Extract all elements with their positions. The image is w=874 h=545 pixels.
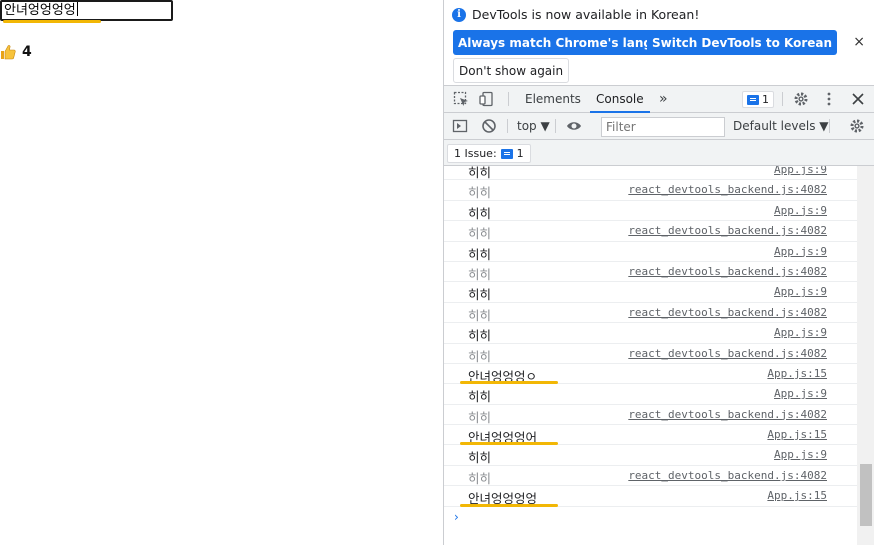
console-message: 히히: [468, 166, 492, 180]
tab-divider: [508, 92, 509, 106]
context-selector[interactable]: top ▼: [517, 119, 550, 133]
more-options-icon[interactable]: [821, 91, 837, 107]
source-link[interactable]: react_devtools_backend.js:4082: [628, 183, 827, 196]
console-row: 히히 react_devtools_backend.js:4082: [444, 344, 857, 364]
dont-show-again-button[interactable]: Don't show again: [453, 58, 570, 83]
console-log: 히히 App.js:9 히히 react_devtools_backend.js:40…: [444, 166, 857, 545]
clear-console-icon[interactable]: [481, 118, 497, 134]
console-message: 히히: [468, 246, 492, 262]
source-link[interactable]: App.js:9: [774, 448, 827, 461]
like-button[interactable]: 4: [0, 44, 32, 60]
log-levels-dropdown[interactable]: Default levels ▼: [733, 119, 829, 133]
eye-icon[interactable]: [566, 118, 582, 134]
text-input[interactable]: 안녀엉엉엉엉: [0, 0, 173, 21]
source-link[interactable]: react_devtools_backend.js:4082: [628, 306, 827, 319]
source-link[interactable]: App.js:9: [774, 285, 827, 298]
inspect-element-icon[interactable]: [453, 91, 469, 107]
issues-counter-count: 1: [762, 93, 769, 106]
console-message: 히히: [468, 185, 492, 201]
language-infobar: i DevTools is now available in Korean! A…: [444, 0, 874, 86]
console-prompt-icon[interactable]: ›: [454, 510, 459, 524]
page-content: 안녀엉엉엉엉 4: [0, 0, 443, 545]
console-row: 안녀엉엉엉ㅇ App.js:15: [444, 364, 857, 385]
console-row: 안녀엉엉엉어 App.js:15: [444, 425, 857, 446]
issues-label: 1 Issue:: [454, 147, 497, 160]
switch-devtools-korean-button[interactable]: Switch DevTools to Korean: [647, 30, 838, 55]
gear-icon[interactable]: [793, 91, 809, 107]
message-icon: [500, 148, 513, 159]
source-link[interactable]: App.js:15: [767, 428, 827, 441]
console-row: 히히 App.js:9: [444, 445, 857, 466]
source-link[interactable]: react_devtools_backend.js:4082: [628, 469, 827, 482]
console-message: 히히: [468, 205, 492, 221]
input-value: 안녀엉엉엉엉: [4, 3, 76, 18]
message-icon: [747, 94, 759, 105]
toolbar-divider: [555, 119, 556, 133]
console-row: 히히 react_devtools_backend.js:4082: [444, 180, 857, 201]
console-row: 히히 App.js:9: [444, 282, 857, 303]
issues-counter-button[interactable]: 1: [742, 91, 774, 108]
console-message: 히히: [468, 348, 492, 364]
console-message: 히히: [468, 450, 492, 466]
tab-elements[interactable]: Elements: [525, 86, 581, 113]
source-link[interactable]: react_devtools_backend.js:4082: [628, 408, 827, 421]
toolbar-divider: [507, 119, 508, 133]
source-link[interactable]: react_devtools_backend.js:4082: [628, 224, 827, 237]
source-link[interactable]: App.js:9: [774, 326, 827, 339]
highlight-underline: [460, 503, 558, 507]
info-icon: i: [452, 7, 466, 22]
close-icon[interactable]: ×: [853, 34, 865, 50]
console-message: 히히: [468, 307, 492, 323]
issues-bar: 1 Issue: 1: [444, 140, 874, 166]
source-link[interactable]: App.js:9: [774, 166, 827, 176]
console-row: 히히 App.js:9: [444, 166, 857, 181]
console-row: 히히 react_devtools_backend.js:4082: [444, 262, 857, 283]
console-row: 히히 App.js:9: [444, 323, 857, 344]
console-row: 히히 react_devtools_backend.js:4082: [444, 405, 857, 426]
console-message: 히히: [468, 328, 492, 344]
infobar-text: DevTools is now available in Korean!: [472, 7, 700, 22]
console-message: 히히: [468, 266, 492, 282]
console-message: 히히: [468, 226, 492, 242]
filter-input[interactable]: [601, 117, 725, 137]
source-link[interactable]: App.js:9: [774, 204, 827, 217]
like-count: 4: [22, 44, 32, 60]
console-row: 히히 react_devtools_backend.js:4082: [444, 303, 857, 324]
source-link[interactable]: react_devtools_backend.js:4082: [628, 347, 827, 360]
source-link[interactable]: App.js:9: [774, 245, 827, 258]
infobar-message: i DevTools is now available in Korean!: [452, 7, 699, 22]
devtools-tabbar: Elements Console » 1: [444, 86, 874, 113]
console-message: 히히: [468, 409, 492, 425]
console-settings-icon[interactable]: [849, 118, 865, 134]
console-message: 히히: [468, 287, 492, 303]
close-devtools-icon[interactable]: [850, 91, 866, 107]
source-link[interactable]: App.js:15: [767, 489, 827, 502]
highlight-underline: [3, 20, 101, 23]
tab-divider: [782, 92, 783, 106]
tab-console[interactable]: Console: [590, 86, 650, 113]
sidebar-toggle-icon[interactable]: [452, 118, 468, 134]
text-cursor: [76, 2, 78, 16]
source-link[interactable]: react_devtools_backend.js:4082: [628, 265, 827, 278]
console-toolbar: top ▼ Default levels ▼: [444, 113, 874, 140]
device-toolbar-icon[interactable]: [479, 91, 495, 107]
console-row: 히히 react_devtools_backend.js:4082: [444, 221, 857, 242]
more-tabs-icon[interactable]: »: [659, 86, 668, 113]
console-row: 히히 App.js:9: [444, 242, 857, 262]
toolbar-divider: [829, 119, 830, 133]
issues-count: 1: [516, 147, 524, 160]
thumbs-up-icon: [1, 45, 16, 60]
console-message: 히히: [468, 470, 492, 486]
scrollbar-thumb[interactable]: [860, 464, 872, 526]
issues-button[interactable]: 1 Issue: 1: [447, 144, 531, 163]
console-row: 안녀엉엉엉엉 App.js:15: [444, 486, 857, 507]
source-link[interactable]: App.js:9: [774, 387, 827, 400]
console-row: 히히 App.js:9: [444, 201, 857, 222]
console-message: 히히: [468, 389, 492, 405]
source-link[interactable]: App.js:15: [767, 367, 827, 380]
console-row: 히히 react_devtools_backend.js:4082: [444, 466, 857, 487]
console-row: 히히 App.js:9: [444, 384, 857, 405]
devtools-panel: i DevTools is now available in Korean! A…: [443, 0, 874, 545]
